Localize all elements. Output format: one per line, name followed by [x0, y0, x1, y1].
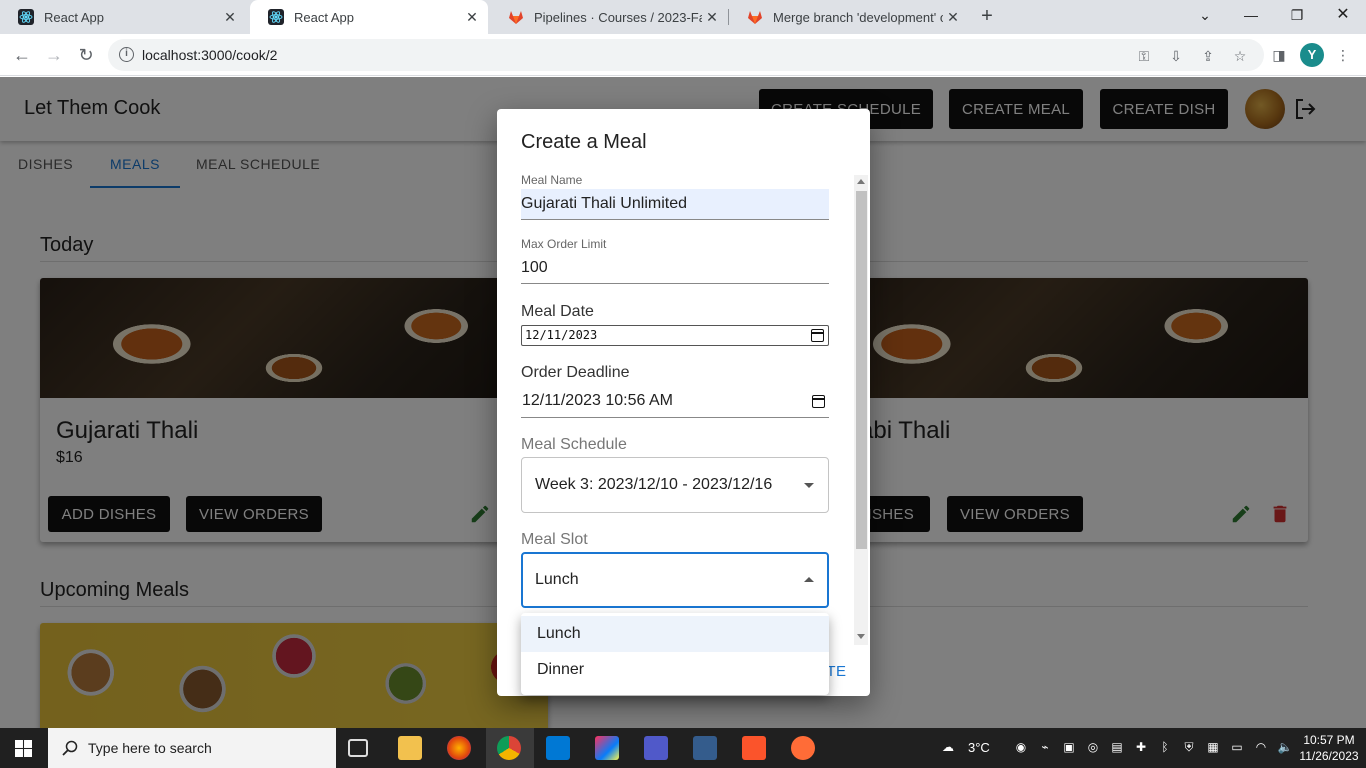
- task-view-icon[interactable]: [348, 739, 368, 757]
- tray-monitor-icon[interactable]: ▦: [1205, 740, 1221, 756]
- meal-slot-select[interactable]: Lunch: [521, 552, 829, 608]
- install-icon[interactable]: ⇩: [1167, 47, 1185, 65]
- windows-taskbar: Type here to search ☁ 3°C ◉ ⌁ ▣ ◎ ▤ ✚ ᛒ …: [0, 728, 1366, 768]
- mysql-workbench-icon[interactable]: [693, 736, 717, 760]
- close-icon[interactable]: ✕: [943, 9, 963, 26]
- taskbar-search[interactable]: Type here to search: [48, 728, 336, 768]
- close-icon[interactable]: ✕: [462, 9, 482, 26]
- windows-start-icon[interactable]: [15, 740, 32, 757]
- address-bar[interactable]: i localhost:3000/cook/2 ⚿ ⇩ ⇪ ☆: [108, 39, 1264, 71]
- taskbar-clock[interactable]: 10:57 PM 11/26/2023: [1296, 732, 1362, 764]
- forward-arrow-icon[interactable]: →: [42, 43, 66, 67]
- clock-date: 11/26/2023: [1299, 749, 1359, 763]
- meal-name-input[interactable]: Gujarati Thali Unlimited: [521, 189, 829, 220]
- brave-icon[interactable]: [742, 736, 766, 760]
- teams-icon[interactable]: [644, 736, 668, 760]
- file-explorer-icon[interactable]: [398, 736, 422, 760]
- reload-icon[interactable]: ↻: [74, 43, 98, 67]
- meal-date-label: Meal Date: [521, 303, 594, 320]
- tab-label: Pipelines · Courses / 2023-Fall / C: [534, 9, 702, 25]
- menu-option-lunch[interactable]: Lunch: [521, 616, 829, 652]
- order-deadline-label: Order Deadline: [521, 364, 630, 381]
- vscode-icon[interactable]: [546, 736, 570, 760]
- meal-date-input[interactable]: 12/11/2023: [521, 325, 829, 346]
- key-icon[interactable]: ⚿: [1135, 47, 1153, 65]
- menu-option-dinner[interactable]: Dinner: [521, 652, 829, 688]
- tray-network-icon[interactable]: ⌁: [1037, 740, 1053, 756]
- dropdown-arrow-icon: [804, 483, 814, 488]
- browser-tab-pipelines[interactable]: Pipelines · Courses / 2023-Fall / C ✕: [490, 0, 728, 34]
- browser-tab-merge-branch[interactable]: Merge branch 'development' of ✕: [729, 0, 969, 34]
- clock-time: 10:57 PM: [1303, 733, 1355, 747]
- dialog-scrollbar-thumb[interactable]: [856, 191, 867, 549]
- meal-name-label: Meal Name: [521, 173, 583, 187]
- scroll-up-arrow-icon[interactable]: [857, 179, 865, 184]
- tray-app-icon[interactable]: ◉: [1013, 740, 1029, 756]
- postman-icon[interactable]: [791, 736, 815, 760]
- window-close-icon[interactable]: ✕: [1320, 0, 1366, 30]
- battery-icon[interactable]: ▭: [1229, 740, 1245, 756]
- scroll-down-arrow-icon[interactable]: [857, 634, 865, 639]
- more-menu-icon[interactable]: ⋮: [1334, 46, 1352, 64]
- address-url[interactable]: localhost:3000/cook/2: [142, 47, 277, 63]
- profile-avatar[interactable]: Y: [1300, 43, 1324, 67]
- intellij-icon[interactable]: [595, 736, 619, 760]
- weather-temp[interactable]: 3°C: [968, 740, 990, 755]
- tray-shield-icon[interactable]: ⛨: [1181, 740, 1197, 756]
- minimize-icon[interactable]: —: [1228, 0, 1274, 30]
- tab-label: React App: [44, 9, 104, 25]
- search-icon: [62, 740, 78, 756]
- share-icon[interactable]: ⇪: [1199, 47, 1217, 65]
- bluetooth-icon[interactable]: ᛒ: [1157, 740, 1173, 756]
- firefox-icon[interactable]: [447, 736, 471, 760]
- tray-teams-icon[interactable]: ▣: [1061, 740, 1077, 756]
- bookmark-star-icon[interactable]: ☆: [1231, 47, 1249, 65]
- calendar-icon[interactable]: [811, 329, 824, 342]
- back-arrow-icon[interactable]: ←: [10, 43, 34, 67]
- meal-schedule-value: Week 3: 2023/12/10 - 2023/12/16: [535, 476, 773, 493]
- tab-search-chevron-icon[interactable]: ⌄: [1182, 0, 1228, 30]
- order-deadline-input[interactable]: 12/11/2023 10:56 AM: [521, 390, 829, 418]
- volume-icon[interactable]: 🔈: [1277, 740, 1293, 756]
- meal-slot-value: Lunch: [535, 571, 579, 588]
- order-deadline-value: 12/11/2023 10:56 AM: [522, 392, 673, 409]
- chrome-icon[interactable]: [497, 736, 521, 760]
- gitlab-icon: [748, 11, 762, 24]
- site-info-icon[interactable]: i: [119, 47, 134, 62]
- tab-label: Merge branch 'development' of: [773, 9, 943, 25]
- browser-tab-react-app-1[interactable]: React App ✕: [0, 0, 246, 34]
- meal-slot-menu: Lunch Dinner: [521, 613, 829, 695]
- close-icon[interactable]: ✕: [702, 9, 722, 26]
- meal-schedule-label: Meal Schedule: [521, 436, 627, 453]
- weather-cloud-icon[interactable]: ☁: [936, 740, 960, 756]
- dialog-title: Create a Meal: [521, 131, 647, 153]
- close-icon[interactable]: ✕: [220, 9, 240, 26]
- browser-tab-react-app-2[interactable]: React App ✕: [250, 0, 488, 34]
- react-icon: [18, 9, 34, 25]
- wifi-icon[interactable]: ◠: [1253, 740, 1269, 756]
- react-icon: [268, 9, 284, 25]
- create-meal-dialog: Create a Meal Meal Name Gujarati Thali U…: [497, 109, 870, 696]
- max-order-label: Max Order Limit: [521, 237, 607, 251]
- browser-tabstrip: React App ✕ React App ✕ Pipelines · Cour…: [0, 0, 1366, 34]
- maximize-icon[interactable]: ❐: [1274, 0, 1320, 30]
- new-tab-icon[interactable]: +: [976, 5, 998, 27]
- tab-label: React App: [294, 9, 354, 25]
- tray-display-icon[interactable]: ▤: [1109, 740, 1125, 756]
- browser-toolbar: ← → ↻ i localhost:3000/cook/2 ⚿ ⇩ ⇪ ☆ ◨ …: [0, 34, 1366, 76]
- meal-date-value: 12/11/2023: [525, 328, 598, 342]
- max-order-input[interactable]: 100: [521, 253, 829, 284]
- search-placeholder: Type here to search: [88, 740, 212, 756]
- dropdown-arrow-icon: [804, 577, 814, 582]
- gitlab-icon: [509, 11, 523, 24]
- tray-sync-icon[interactable]: ◎: [1085, 740, 1101, 756]
- meal-slot-label: Meal Slot: [521, 531, 588, 548]
- calendar-icon[interactable]: [812, 395, 825, 408]
- tray-security-icon[interactable]: ✚: [1133, 740, 1149, 756]
- side-panel-icon[interactable]: ◨: [1270, 46, 1288, 64]
- meal-schedule-select[interactable]: Week 3: 2023/12/10 - 2023/12/16: [521, 457, 829, 513]
